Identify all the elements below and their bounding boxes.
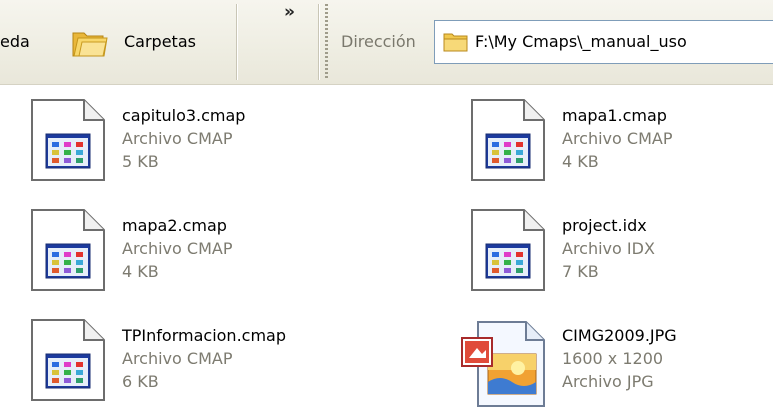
address-bar-grip[interactable] [325,4,328,80]
jpg-image-icon [461,321,545,407]
file-tile[interactable]: project.idx Archivo IDX 7 KB [468,208,773,308]
file-name: mapa2.cmap [122,216,227,235]
folders-icon [72,32,108,57]
cmap-document-icon [31,209,105,291]
file-list: capitulo3.cmap Archivo CMAP 5 KB mapa1.c… [0,84,773,416]
cmap-document-icon [471,209,545,291]
file-size: 4 KB [562,152,599,171]
file-size: 5 KB [122,152,159,171]
file-type: Archivo CMAP [122,129,233,148]
file-meta: CIMG2009.JPG 1600 x 1200 Archivo JPG [562,324,677,393]
cmap-document-icon [31,99,105,181]
folders-button[interactable]: Carpetas [62,20,232,66]
cmap-document-icon [471,99,545,181]
file-size: 4 KB [122,262,159,281]
file-meta: capitulo3.cmap Archivo CMAP 5 KB [122,104,245,173]
explorer-toolbar: eda Carpetas » Dirección F:\My Cmaps\_ma… [0,0,773,85]
file-tile[interactable]: TPInformacion.cmap Archivo CMAP 6 KB [28,318,388,418]
file-size: 7 KB [562,262,599,281]
address-value: F:\My Cmaps\_manual_uso [475,32,687,51]
file-tile[interactable]: CIMG2009.JPG 1600 x 1200 Archivo JPG [458,318,773,418]
toolbar-overflow-chevron[interactable]: » [284,2,295,22]
file-size: 6 KB [122,372,159,391]
file-meta: mapa2.cmap Archivo CMAP 4 KB [122,214,232,283]
file-tile[interactable]: capitulo3.cmap Archivo CMAP 5 KB [28,98,388,198]
file-type: Archivo CMAP [562,129,673,148]
file-name: TPInformacion.cmap [122,326,286,345]
toolbar-separator [318,4,319,80]
file-type: Archivo CMAP [122,349,233,368]
address-label: Dirección [341,32,416,51]
file-name: CIMG2009.JPG [562,326,677,345]
file-type: Archivo IDX [562,239,655,258]
file-type: Archivo JPG [562,372,654,391]
file-name: project.idx [562,216,647,235]
cmap-document-icon [31,319,105,401]
file-meta: mapa1.cmap Archivo CMAP 4 KB [562,104,672,173]
file-meta: TPInformacion.cmap Archivo CMAP 6 KB [122,324,286,393]
file-type: Archivo CMAP [122,239,233,258]
file-name: capitulo3.cmap [122,106,246,125]
image-dimensions: 1600 x 1200 [562,349,664,368]
search-button-label[interactable]: eda [0,32,30,51]
file-tile[interactable]: mapa2.cmap Archivo CMAP 4 KB [28,208,388,308]
address-input[interactable]: F:\My Cmaps\_manual_uso [434,20,773,64]
file-name: mapa1.cmap [562,106,667,125]
folder-icon [443,33,468,52]
toolbar-separator [236,4,237,80]
file-tile[interactable]: mapa1.cmap Archivo CMAP 4 KB [468,98,773,198]
folders-button-label: Carpetas [124,32,196,51]
file-meta: project.idx Archivo IDX 7 KB [562,214,655,283]
